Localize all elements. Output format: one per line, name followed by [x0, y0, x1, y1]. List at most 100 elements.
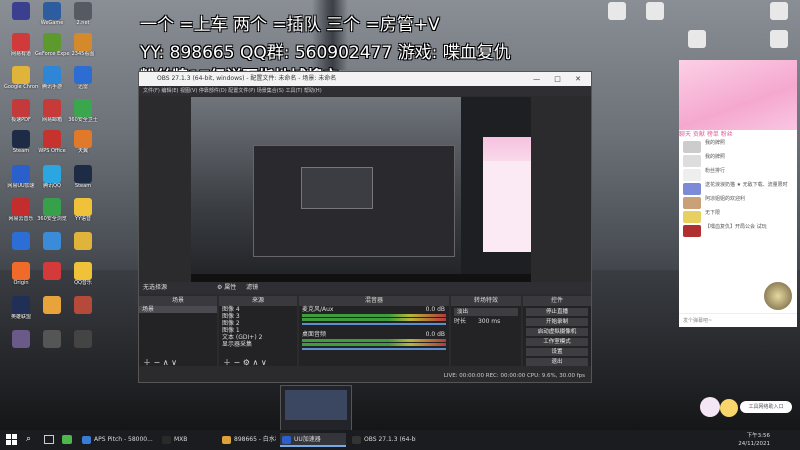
assistant-notice[interactable]: 工具网络助入口 — [700, 397, 794, 417]
desktop-icon-label: 腾讯手游 — [41, 84, 62, 90]
start-recording-button[interactable]: 开始录制 — [526, 318, 588, 326]
desktop-icon[interactable]: 网易云音乐 — [4, 198, 38, 222]
desktop-icon[interactable]: 网易有道 — [4, 33, 38, 57]
desktop-icon[interactable] — [66, 296, 100, 314]
chat-item[interactable]: 我的牌照 — [679, 154, 797, 168]
desktop-icon[interactable] — [638, 2, 672, 20]
desktop-icon[interactable]: 腾讯QQ — [35, 165, 69, 189]
desktop-icon[interactable]: Google Chrome — [4, 66, 38, 90]
desktop-icon[interactable] — [66, 330, 100, 348]
desktop-icon[interactable]: QQ音乐 — [66, 262, 100, 286]
mixer-channel-name: 桌面音频 — [302, 331, 327, 338]
chat-item[interactable]: 粉丝排行 — [679, 168, 797, 182]
settings-button[interactable]: 设置 — [526, 348, 588, 356]
scene-add-remove-icons[interactable]: ＋ − ∧ ∨ — [143, 357, 177, 368]
desktop-icon[interactable] — [4, 2, 38, 20]
desktop-icon[interactable]: GeForce Experience — [35, 33, 69, 57]
desktop-icon[interactable] — [35, 330, 69, 348]
notice-text: 工具网络助入口 — [740, 401, 792, 413]
taskbar-preview-popup[interactable] — [280, 385, 352, 432]
desktop-icon[interactable] — [66, 232, 100, 250]
volume-slider[interactable] — [302, 348, 446, 350]
mascot-icon — [700, 397, 720, 417]
desktop-icon[interactable]: WeGame — [35, 2, 69, 26]
desktop-icon[interactable]: 天翼 — [66, 130, 100, 154]
taskbar-app-label: 898665 - 白水和热... — [234, 436, 276, 443]
obs-menu-bar[interactable]: 文件(F) 编辑(E) 视图(V) 停靠部件(D) 配置文件(P) 场景集合(S… — [139, 86, 591, 96]
desktop-icon[interactable]: 360安全浏览 — [35, 198, 69, 222]
desktop-icon[interactable] — [35, 232, 69, 250]
clock-time: 下午3:56 — [746, 433, 770, 439]
desktop-icon[interactable]: 360安全卫士 — [66, 99, 100, 123]
chat-item[interactable]: 无下限 — [679, 210, 797, 224]
taskbar-app-button[interactable]: UU加速器 — [280, 433, 346, 447]
properties-button[interactable]: ⚙ 属性 — [217, 284, 236, 291]
preview-taskbar — [191, 274, 531, 282]
desktop-icon[interactable]: 迅雷 — [66, 66, 100, 90]
desktop-icon[interactable] — [680, 30, 714, 48]
source-add-remove-icons[interactable]: ＋ − ⚙ ∧ ∨ — [223, 357, 267, 368]
source-item[interactable]: 图像 3 — [219, 313, 297, 320]
desktop-icon[interactable]: Steam — [4, 130, 38, 154]
windows-start-icon[interactable] — [6, 434, 17, 445]
virtual-camera-button[interactable]: 启动虚拟摄像机 — [526, 328, 588, 336]
desktop-icon-label: 网易邮箱 — [41, 117, 62, 123]
taskbar-app-button[interactable]: OBS 27.1.3 (64-bi... — [350, 433, 416, 447]
chat-item[interactable]: 阿凉姐姐的欢迎利 — [679, 196, 797, 210]
transition-select[interactable]: 淡出 — [454, 308, 518, 316]
desktop-icon-label: 天翼 — [77, 148, 88, 154]
taskbar-app-button[interactable]: 898665 - 白水和热... — [220, 433, 276, 447]
desktop-icon[interactable]: Origin — [4, 262, 38, 286]
desktop-icon[interactable]: 2345看图 — [66, 33, 100, 57]
source-item[interactable]: 图像 1 — [219, 327, 297, 334]
desktop-icon[interactable]: 2.net — [66, 2, 100, 26]
desktop-icon[interactable] — [35, 296, 69, 314]
desktop-icon[interactable]: 腾讯手游 — [35, 66, 69, 90]
desktop-icon[interactable]: YY语音 — [66, 198, 100, 222]
taskbar-app-button[interactable]: MXB — [160, 433, 216, 447]
chat-tabs[interactable]: 聊天 贡献 榜单 粉丝 — [679, 130, 797, 140]
chat-item[interactable]: 【嘿血复仇】开局公会 试玩 — [679, 224, 797, 238]
app-icon — [12, 66, 30, 84]
desktop-icon[interactable]: WPS Office — [35, 130, 69, 154]
volume-slider[interactable] — [302, 323, 446, 325]
filters-button[interactable]: 滤镜 — [246, 284, 258, 291]
source-item[interactable]: 文本 (GDI+) 2 — [219, 334, 297, 341]
chat-item[interactable]: 我的牌照 — [679, 140, 797, 154]
task-view-icon[interactable] — [44, 435, 54, 444]
exit-button[interactable]: 退出 — [526, 358, 588, 366]
desktop-icon[interactable] — [762, 30, 796, 48]
desktop-icon[interactable]: 英雄联盟 — [4, 296, 38, 320]
obs-window[interactable]: OBS 27.1.3 (64-bit, windows) - 配置文件: 未命名… — [138, 71, 592, 383]
desktop-icon[interactable]: 极速PDF — [4, 99, 38, 123]
scene-item[interactable]: 场景 — [139, 306, 217, 313]
desktop-icon[interactable] — [35, 262, 69, 280]
system-clock[interactable]: 下午3:56 24/11/2021 — [738, 432, 770, 448]
source-item[interactable]: 图像 4 — [219, 306, 297, 313]
desktop-icon[interactable] — [600, 2, 634, 20]
source-item[interactable]: 图像 2 — [219, 320, 297, 327]
taskbar-app-button[interactable]: APS Pitch - 58000... — [80, 433, 156, 447]
streamer-avatar[interactable] — [763, 281, 793, 311]
search-icon[interactable]: ⌕ — [26, 434, 31, 444]
stop-streaming-button[interactable]: 停止直播 — [526, 308, 588, 316]
duration-input[interactable]: 300 ms — [478, 318, 500, 325]
chat-input[interactable]: 发个弹幕吧~ — [679, 313, 797, 327]
desktop-icon[interactable]: 网易邮箱 — [35, 99, 69, 123]
mixer-channel-name: 麦克风/Aux — [302, 306, 334, 313]
obs-preview[interactable] — [191, 97, 531, 282]
desktop-icon[interactable] — [4, 330, 38, 348]
window-controls[interactable]: — □ ✕ — [533, 72, 587, 86]
app-icon — [12, 330, 30, 348]
source-item[interactable]: 显示器采集 — [219, 341, 297, 348]
chat-item[interactable]: 送花浪浪奶猫 ★ 无敌下载、流量限时 — [679, 182, 797, 196]
wechat-icon[interactable] — [62, 435, 72, 444]
desktop-icon[interactable]: Steam — [66, 165, 100, 189]
studio-mode-button[interactable]: 工作室模式 — [526, 338, 588, 346]
app-icon — [43, 66, 61, 84]
desktop-icon[interactable]: 网易UU加速 — [4, 165, 38, 189]
desktop-icon[interactable] — [762, 2, 796, 20]
desktop-icon[interactable] — [4, 232, 38, 250]
obs-title-bar[interactable]: OBS 27.1.3 (64-bit, windows) - 配置文件: 未命名… — [139, 72, 591, 86]
desktop-icon-label: QQ音乐 — [74, 280, 92, 286]
